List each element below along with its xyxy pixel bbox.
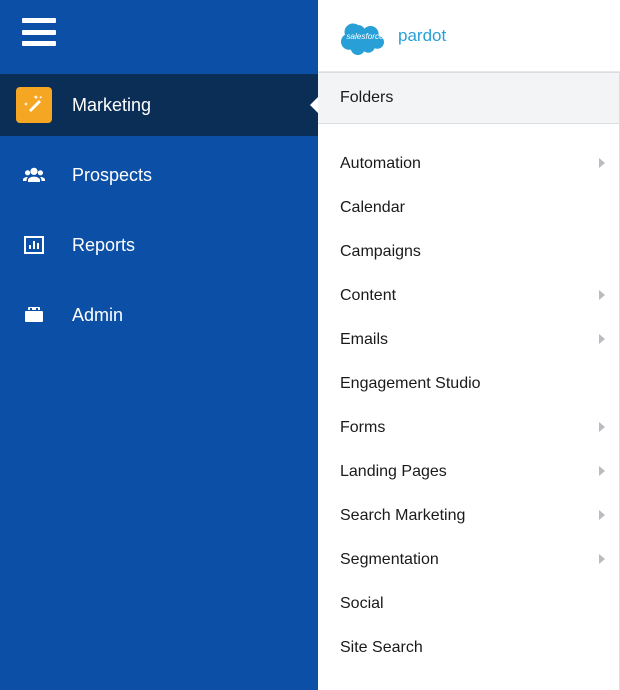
sidebar-item-reports[interactable]: Reports: [0, 214, 318, 276]
submenu-label: Automation: [340, 155, 421, 173]
submenu-item-search-marketing[interactable]: Search Marketing: [318, 494, 619, 538]
sidebar: Marketing Prospects Reports Admin: [0, 0, 318, 690]
sidebar-item-marketing[interactable]: Marketing: [0, 74, 318, 136]
sidebar-item-label: Admin: [72, 305, 123, 326]
submenu-item-campaigns[interactable]: Campaigns: [318, 230, 619, 274]
submenu-item-emails[interactable]: Emails: [318, 318, 619, 362]
submenu-label: Folders: [340, 89, 393, 107]
submenu-label: Calendar: [340, 199, 405, 217]
sidebar-item-label: Reports: [72, 235, 135, 256]
header: salesforce pardot: [318, 0, 620, 72]
people-icon: [16, 157, 52, 193]
sidebar-item-prospects[interactable]: Prospects: [0, 144, 318, 206]
submenu-label: Segmentation: [340, 551, 439, 569]
main-panel: salesforce pardot Folders Automation Cal…: [318, 0, 620, 690]
logo-cloud-text: salesforce: [346, 32, 384, 41]
sidebar-item-label: Prospects: [72, 165, 152, 186]
brand-logo[interactable]: salesforce pardot: [336, 16, 446, 56]
submenu-item-engagement-studio[interactable]: Engagement Studio: [318, 362, 619, 406]
submenu-spacer: [318, 124, 619, 142]
submenu-item-folders[interactable]: Folders: [318, 72, 619, 124]
marketing-submenu: Folders Automation Calendar Campaigns Co…: [318, 72, 620, 690]
logo-product-text: pardot: [398, 26, 446, 46]
submenu-label: Landing Pages: [340, 463, 447, 481]
submenu-label: Content: [340, 287, 396, 305]
chevron-right-icon: [599, 510, 605, 520]
submenu-item-content[interactable]: Content: [318, 274, 619, 318]
sidebar-item-admin[interactable]: Admin: [0, 284, 318, 346]
chevron-right-icon: [599, 422, 605, 432]
submenu-label: Engagement Studio: [340, 375, 481, 393]
briefcase-icon: [16, 297, 52, 333]
submenu-label: Campaigns: [340, 243, 421, 261]
magic-wand-icon: [16, 87, 52, 123]
submenu-item-landing-pages[interactable]: Landing Pages: [318, 450, 619, 494]
submenu-label: Forms: [340, 419, 385, 437]
submenu-item-segmentation[interactable]: Segmentation: [318, 538, 619, 582]
submenu-item-social[interactable]: Social: [318, 582, 619, 626]
chevron-right-icon: [599, 158, 605, 168]
submenu-item-site-search[interactable]: Site Search: [318, 626, 619, 670]
salesforce-cloud-icon: salesforce: [336, 16, 394, 56]
chevron-right-icon: [599, 290, 605, 300]
chevron-right-icon: [599, 334, 605, 344]
chevron-right-icon: [599, 466, 605, 476]
app-root: Marketing Prospects Reports Admin: [0, 0, 620, 690]
submenu-label: Site Search: [340, 639, 423, 657]
submenu-label: Search Marketing: [340, 507, 465, 525]
hamburger-menu-button[interactable]: [22, 18, 56, 46]
submenu-item-calendar[interactable]: Calendar: [318, 186, 619, 230]
bar-chart-icon: [16, 227, 52, 263]
submenu-item-automation[interactable]: Automation: [318, 142, 619, 186]
chevron-right-icon: [599, 554, 605, 564]
submenu-item-forms[interactable]: Forms: [318, 406, 619, 450]
submenu-label: Emails: [340, 331, 388, 349]
submenu-label: Social: [340, 595, 384, 613]
sidebar-item-label: Marketing: [72, 95, 151, 116]
